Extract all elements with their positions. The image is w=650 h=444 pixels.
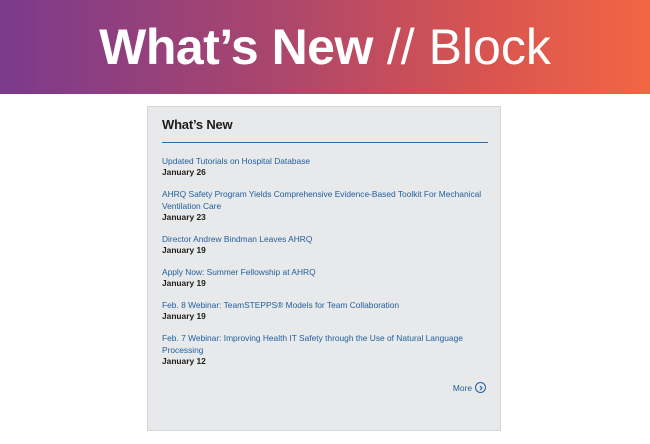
news-item-link[interactable]: Director Andrew Bindman Leaves AHRQ xyxy=(162,233,488,245)
news-item-link[interactable]: Apply Now: Summer Fellowship at AHRQ xyxy=(162,266,488,278)
chevron-right-circle-icon xyxy=(475,382,486,393)
news-item: Director Andrew Bindman Leaves AHRQ Janu… xyxy=(162,233,488,256)
header-banner: What’s New // Block xyxy=(0,0,650,94)
news-item-link[interactable]: AHRQ Safety Program Yields Comprehensive… xyxy=(162,188,488,212)
news-item: AHRQ Safety Program Yields Comprehensive… xyxy=(162,188,488,223)
more-link[interactable]: More xyxy=(453,382,486,393)
news-list: Updated Tutorials on Hospital Database J… xyxy=(162,155,488,377)
more-link-label: More xyxy=(452,382,472,393)
news-item-date: January 19 xyxy=(162,245,206,255)
news-item: Feb. 7 Webinar: Improving Health IT Safe… xyxy=(162,332,488,367)
heading-divider xyxy=(162,142,488,143)
news-item-link[interactable]: Feb. 7 Webinar: Improving Health IT Safe… xyxy=(162,332,488,356)
news-item-date: January 23 xyxy=(162,212,206,222)
news-item-date: January 26 xyxy=(162,167,206,177)
banner-title: What’s New xyxy=(99,19,373,75)
news-item-date: January 19 xyxy=(162,278,206,288)
news-item-date: January 19 xyxy=(162,311,206,321)
news-item-link[interactable]: Feb. 8 Webinar: TeamSTEPPS® Models for T… xyxy=(162,299,488,311)
block-heading: What’s New xyxy=(162,117,233,132)
news-item-link[interactable]: Updated Tutorials on Hospital Database xyxy=(162,155,488,167)
news-item: Updated Tutorials on Hospital Database J… xyxy=(162,155,488,178)
news-item-date: January 12 xyxy=(162,356,206,366)
banner-subtitle: // Block xyxy=(386,19,551,75)
news-item: Feb. 8 Webinar: TeamSTEPPS® Models for T… xyxy=(162,299,488,322)
news-item: Apply Now: Summer Fellowship at AHRQ Jan… xyxy=(162,266,488,289)
whats-new-block: What’s New Updated Tutorials on Hospital… xyxy=(147,106,501,431)
